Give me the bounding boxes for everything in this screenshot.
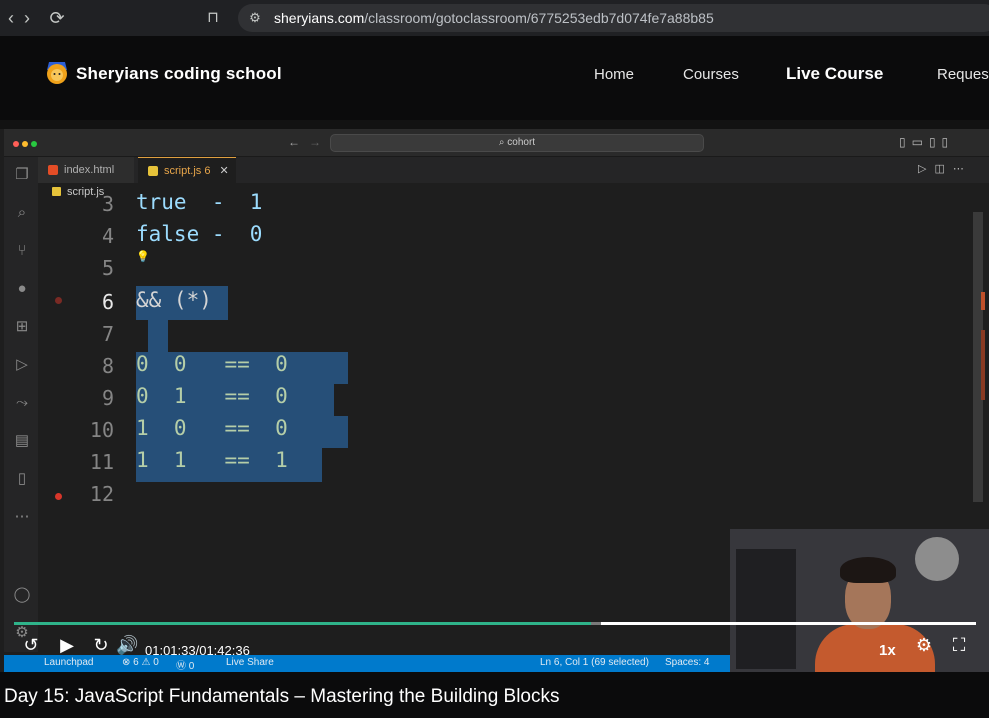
play-icon[interactable]: ▶ (56, 635, 78, 655)
url-text: sheryians.com/classroom/gotoclassroom/67… (274, 10, 714, 26)
tab-script-js: script.js 6 ✕ (138, 157, 236, 183)
status-launchpad: Launchpad (44, 657, 94, 668)
breakpoint-dot-icon (55, 297, 62, 304)
status-live-share: Live Share (226, 657, 274, 668)
more-icon: ⋯ (14, 508, 30, 525)
account-icon: ◯ (13, 586, 31, 603)
book-icon: ▯ (17, 470, 27, 487)
line-number: 5 (101, 256, 114, 280)
scroll-marker (981, 292, 985, 310)
close-tab-icon: ✕ (219, 165, 229, 177)
zoom-dot-icon (31, 141, 37, 147)
browser-toolbar: ‹ › ⟳ ⊓ ⚙ sheryians.com/classroom/gotocl… (0, 0, 989, 36)
video-player[interactable]: ← → ⌕ cohort ▯▭▯▯ ❐ ⌕ ⑂ ● ⊞ ▷ ⤳ ▤ ▯ ⋯ ◯ … (0, 120, 989, 672)
js-file-icon (148, 166, 158, 176)
source-control-icon: ⑂ (17, 242, 27, 259)
cam-presenter-hair (840, 557, 896, 583)
line-number: 9 (101, 386, 114, 410)
volume-icon[interactable]: 🔊 (116, 635, 138, 655)
nav-live-course[interactable]: Live Course (786, 64, 883, 84)
minimize-dot-icon (22, 141, 28, 147)
settings-gear-icon[interactable]: ⚙ (912, 635, 936, 655)
line-number: 7 (101, 322, 114, 346)
editor-tabs: index.html script.js 6 ✕ ▷◫⋯ (38, 157, 989, 183)
code-line-10: 1 0 == 0 (136, 416, 288, 440)
video-title: Day 15: JavaScript Fundamentals – Master… (4, 686, 560, 707)
forward-skip-icon[interactable]: ↻ (90, 635, 112, 655)
editor-titlebar: ← → ⌕ cohort ▯▭▯▯ (4, 129, 989, 157)
code-line-9: 0 1 == 0 (136, 384, 288, 408)
progress-bar[interactable] (14, 622, 976, 625)
search-icon: ⌕ (17, 204, 27, 221)
close-dot-icon (13, 141, 19, 147)
address-bar[interactable]: ⚙ sheryians.com/classroom/gotoclassroom/… (238, 4, 989, 32)
scroll-marker (981, 330, 985, 400)
extensions-icon: ⊞ (15, 318, 29, 335)
line-number: 11 (89, 450, 114, 474)
tab-index-html: index.html (38, 157, 134, 183)
status-problems: ⊗ 6 ⚠ 0 (122, 657, 159, 668)
status-cursor: Ln 6, Col 1 (69 selected) (540, 657, 649, 668)
forward-icon[interactable]: › (16, 7, 38, 29)
editor-actions-icons: ▷◫⋯ (918, 163, 972, 175)
remote-icon: ⤳ (15, 394, 28, 411)
arrow-right-icon: → (309, 135, 321, 149)
site-settings-icon[interactable]: ⚙ (244, 7, 266, 29)
command-center: ⌕ cohort (330, 134, 704, 152)
line-number: 12 (89, 482, 114, 506)
explorer-icon: ❐ (15, 166, 29, 183)
breakpoint-dot-icon (55, 493, 62, 500)
playback-speed-button[interactable]: 1x (879, 642, 896, 659)
layout-icons: ▯▭▯▯ (899, 135, 955, 149)
cam-shelf (736, 549, 796, 669)
mac-menubar (0, 120, 989, 129)
reload-icon[interactable]: ⟳ (46, 7, 68, 29)
line-number: 3 (101, 192, 114, 216)
site-header: Sheryians coding school Home Courses Liv… (0, 36, 989, 120)
status-spaces: Spaces: 4 (665, 657, 710, 668)
cam-wall-art (915, 537, 959, 581)
js-file-icon (52, 187, 61, 196)
activity-bar: ❐ ⌕ ⑂ ● ⊞ ▷ ⤳ ▤ ▯ ⋯ ◯ ⚙ (4, 157, 38, 652)
status-ports: Ⓦ 0 (176, 661, 195, 672)
line-number: 6 (101, 290, 114, 314)
brand-name[interactable]: Sheryians coding school (76, 64, 282, 84)
code-line-8: 0 0 == 0 (136, 352, 288, 376)
lion-logo-icon[interactable] (43, 56, 71, 86)
line-number: 10 (89, 418, 114, 442)
nav-request[interactable]: Request (937, 66, 989, 83)
code-line-4: false - 0 (136, 222, 263, 246)
bookmark-icon[interactable]: ⊓ (202, 7, 224, 29)
code-line-11: 1 1 == 1 (136, 448, 288, 472)
progress-played (14, 622, 592, 625)
arrow-left-icon: ← (288, 135, 300, 149)
html-file-icon (48, 165, 58, 175)
nav-home[interactable]: Home (594, 66, 634, 83)
github-icon: ● (17, 280, 27, 297)
selection-highlight (148, 320, 168, 352)
fullscreen-icon[interactable]: ⛶ (947, 635, 971, 655)
line-number: 8 (101, 354, 114, 378)
lightbulb-icon: 💡 (136, 251, 150, 263)
line-number: 4 (101, 224, 114, 248)
code-line-3: true - 1 (136, 190, 263, 214)
code-line-6: && (*) (136, 288, 212, 312)
nav-courses[interactable]: Courses (683, 66, 739, 83)
terminal-icon: ▤ (14, 432, 30, 449)
time-display: 01:01:33/01:42:36 (145, 643, 250, 658)
run-debug-icon: ▷ (16, 356, 28, 373)
rewind-icon[interactable]: ↺ (20, 635, 42, 655)
